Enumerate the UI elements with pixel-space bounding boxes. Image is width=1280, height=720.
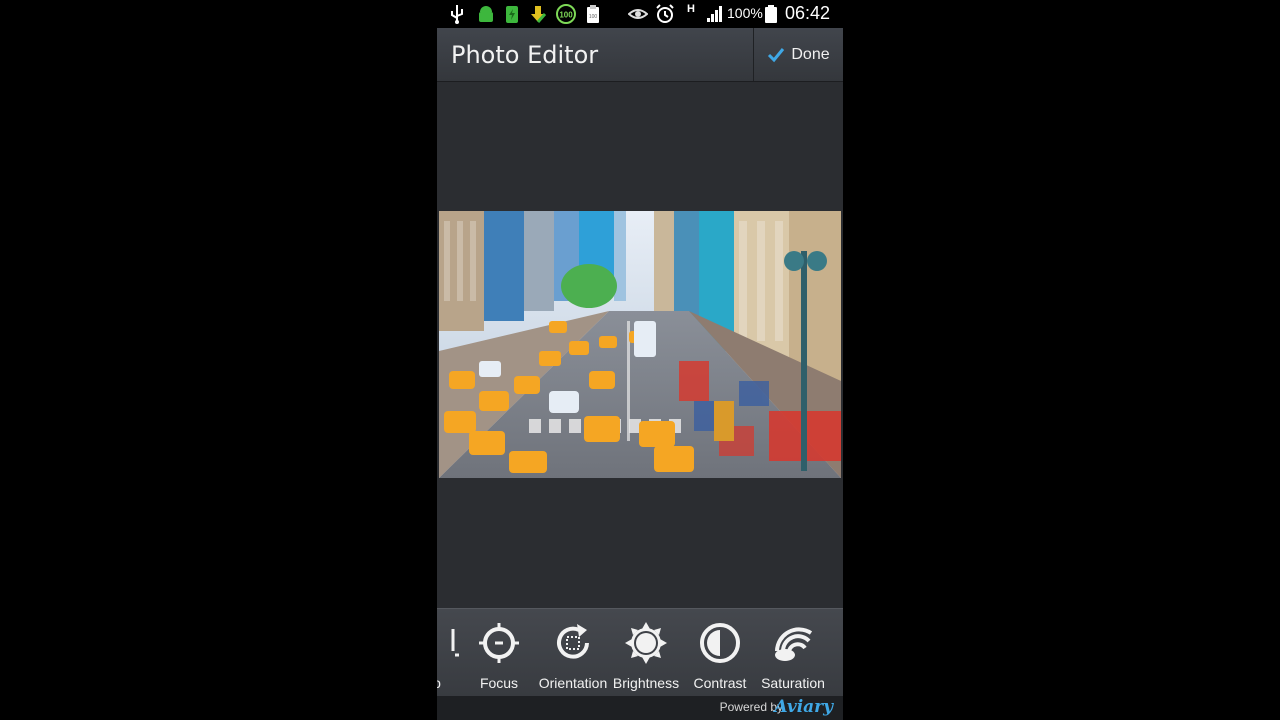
- clipboard-icon: 100: [587, 5, 599, 23]
- photo-preview[interactable]: [439, 211, 841, 478]
- tool-label-orientation: Orientation: [538, 675, 608, 691]
- saturation-icon: [775, 627, 813, 661]
- checkmark-icon: [768, 47, 785, 62]
- tool-label-contrast: Contrast: [693, 675, 747, 691]
- battery-icon: [765, 5, 777, 23]
- editor-canvas: [437, 82, 843, 608]
- phone-screen: 100 100 H 100% 06:42 Photo Editor Done F…: [437, 0, 843, 720]
- partial-tool-icon: [451, 629, 459, 657]
- android-icon: [479, 6, 493, 22]
- network-type-label: H: [687, 3, 695, 15]
- eye-icon: [628, 9, 648, 19]
- focus-icon: [479, 623, 519, 663]
- alarm-icon: [656, 4, 674, 23]
- battery-charge-icon: [506, 6, 518, 23]
- brightness-icon: [625, 622, 667, 664]
- tool-label-focus: Focus: [479, 675, 519, 691]
- clock: 06:42: [784, 3, 830, 23]
- status-bar: 100 100 H 100% 06:42: [437, 0, 843, 28]
- aviary-logo[interactable]: Aviary: [774, 697, 833, 717]
- tool-brightness[interactable]: Brightness: [609, 609, 683, 697]
- tool-orientation[interactable]: Orientation: [536, 609, 610, 697]
- tool-label-saturation: Saturation: [761, 675, 825, 691]
- page-title: Photo Editor: [451, 41, 599, 69]
- done-button[interactable]: Done: [754, 28, 843, 81]
- action-bar: Photo Editor Done: [437, 28, 843, 82]
- 100-badge-icon: 100: [556, 4, 576, 24]
- tool-saturation[interactable]: Saturation: [756, 609, 830, 697]
- contrast-icon: [700, 623, 740, 663]
- done-label: Done: [791, 45, 830, 63]
- tool-contrast[interactable]: Contrast: [683, 609, 757, 697]
- signal-icon: [707, 6, 722, 22]
- download-icon: [531, 6, 547, 23]
- tool-label-partial: o: [437, 675, 441, 691]
- usb-icon: [451, 5, 463, 24]
- footer: Powered by Aviary: [437, 696, 843, 720]
- tool-label-brightness: Brightness: [612, 675, 680, 691]
- svg-text:100: 100: [559, 11, 573, 20]
- svg-text:100: 100: [589, 14, 598, 20]
- tool-bar: o Focus Orientation: [437, 608, 843, 697]
- orientation-icon: [557, 624, 589, 659]
- battery-percent: 100%: [727, 5, 763, 21]
- tool-focus[interactable]: Focus: [462, 609, 536, 697]
